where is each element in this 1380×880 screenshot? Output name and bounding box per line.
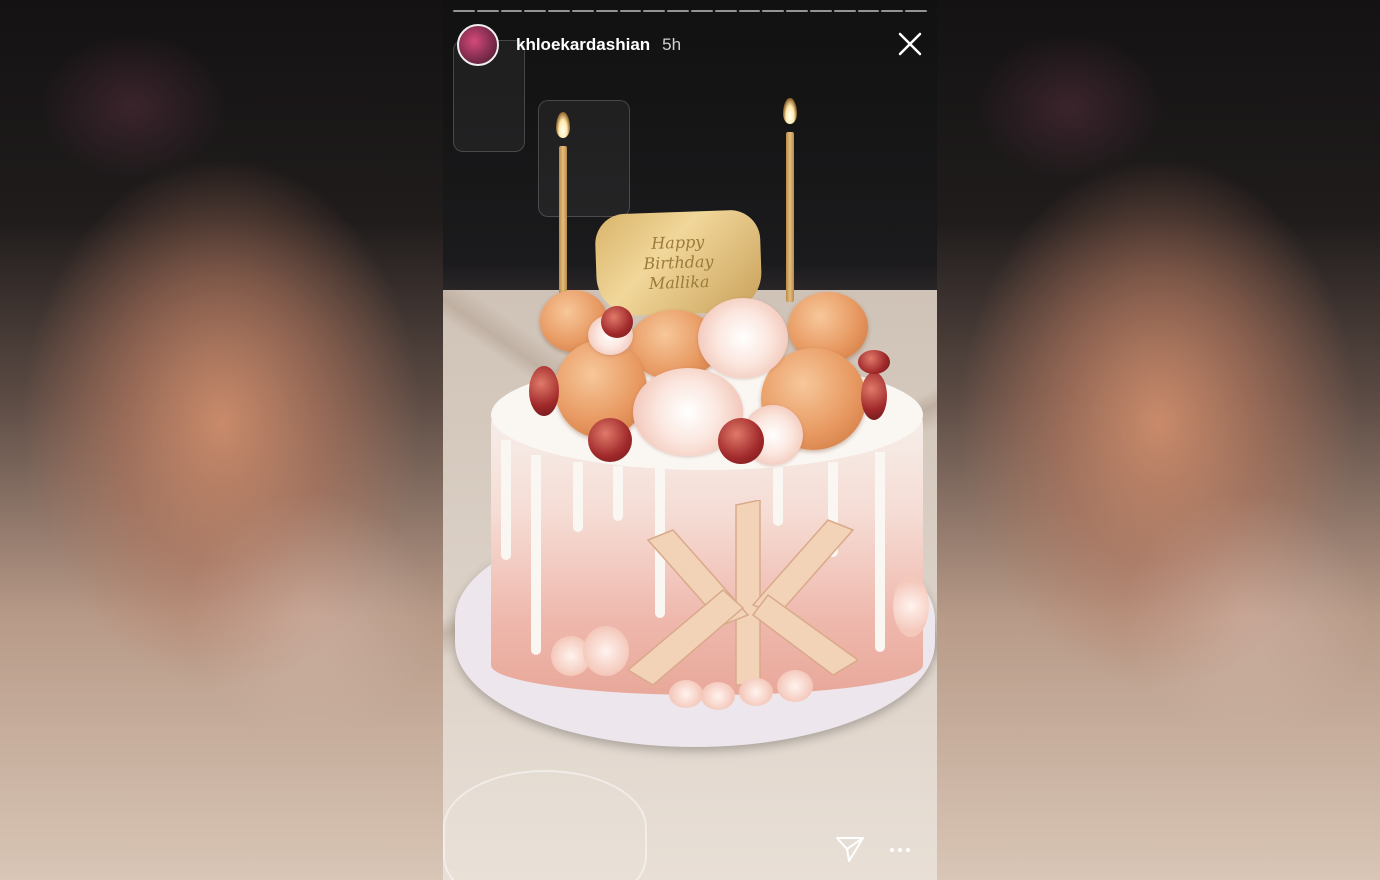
story-header: khloekardashian 5h [457,24,681,66]
progress-segment [714,10,737,12]
candle [786,132,794,302]
foreground-glass [443,770,647,880]
background-blur-right [937,0,1380,880]
icing-rosette [739,678,773,706]
icing-rosette [583,626,629,676]
progress-segment [690,10,713,12]
progress-segment [524,10,547,12]
monogram-topper [628,500,858,686]
progress-segment [453,10,475,12]
background-blur-left [0,0,443,880]
more-icon[interactable] [888,838,912,862]
progress-segment [643,10,666,12]
raspberry [718,418,764,464]
raspberry [858,350,890,374]
plaque-line: Mallika [648,271,710,294]
progress-segment [667,10,689,12]
avatar[interactable] [457,24,499,66]
progress-segment [500,10,523,12]
progress-segment [881,10,904,12]
icing-drip [573,462,583,532]
plaque-text: Happy Birthday Mallika [612,231,744,296]
progress-segment [571,10,594,12]
raspberry [601,306,633,338]
raspberry [861,372,887,420]
story-viewer[interactable]: khloekardashian 5h Happy Birthday Mallik… [443,0,937,880]
candle-flame [783,98,797,124]
icing-drip [613,466,623,521]
progress-segment [476,10,499,12]
progress-segment [809,10,832,12]
icing-drip [875,452,885,652]
icing-rosette [669,680,703,708]
meringue-swirl [698,298,788,378]
progress-segment [619,10,642,12]
story-progress-bar [453,10,927,12]
icing-rosette [777,670,813,702]
candle [559,146,567,298]
candle-flame [556,112,570,138]
username[interactable]: khloekardashian [516,35,650,55]
raspberry [529,366,559,416]
icing-rosette [701,682,735,710]
progress-segment [857,10,880,12]
send-icon[interactable] [835,835,865,863]
icing-rosette [893,575,929,637]
background-glass [538,100,630,217]
progress-segment [786,10,808,12]
timestamp: 5h [662,35,682,54]
icing-drip [501,440,511,560]
close-icon[interactable] [897,31,923,57]
raspberry [588,418,632,462]
progress-segment [905,10,927,12]
icing-drip [531,455,541,655]
progress-segment [738,10,761,12]
progress-segment [548,10,570,12]
progress-segment [762,10,785,12]
progress-segment [833,10,856,12]
progress-segment [595,10,618,12]
